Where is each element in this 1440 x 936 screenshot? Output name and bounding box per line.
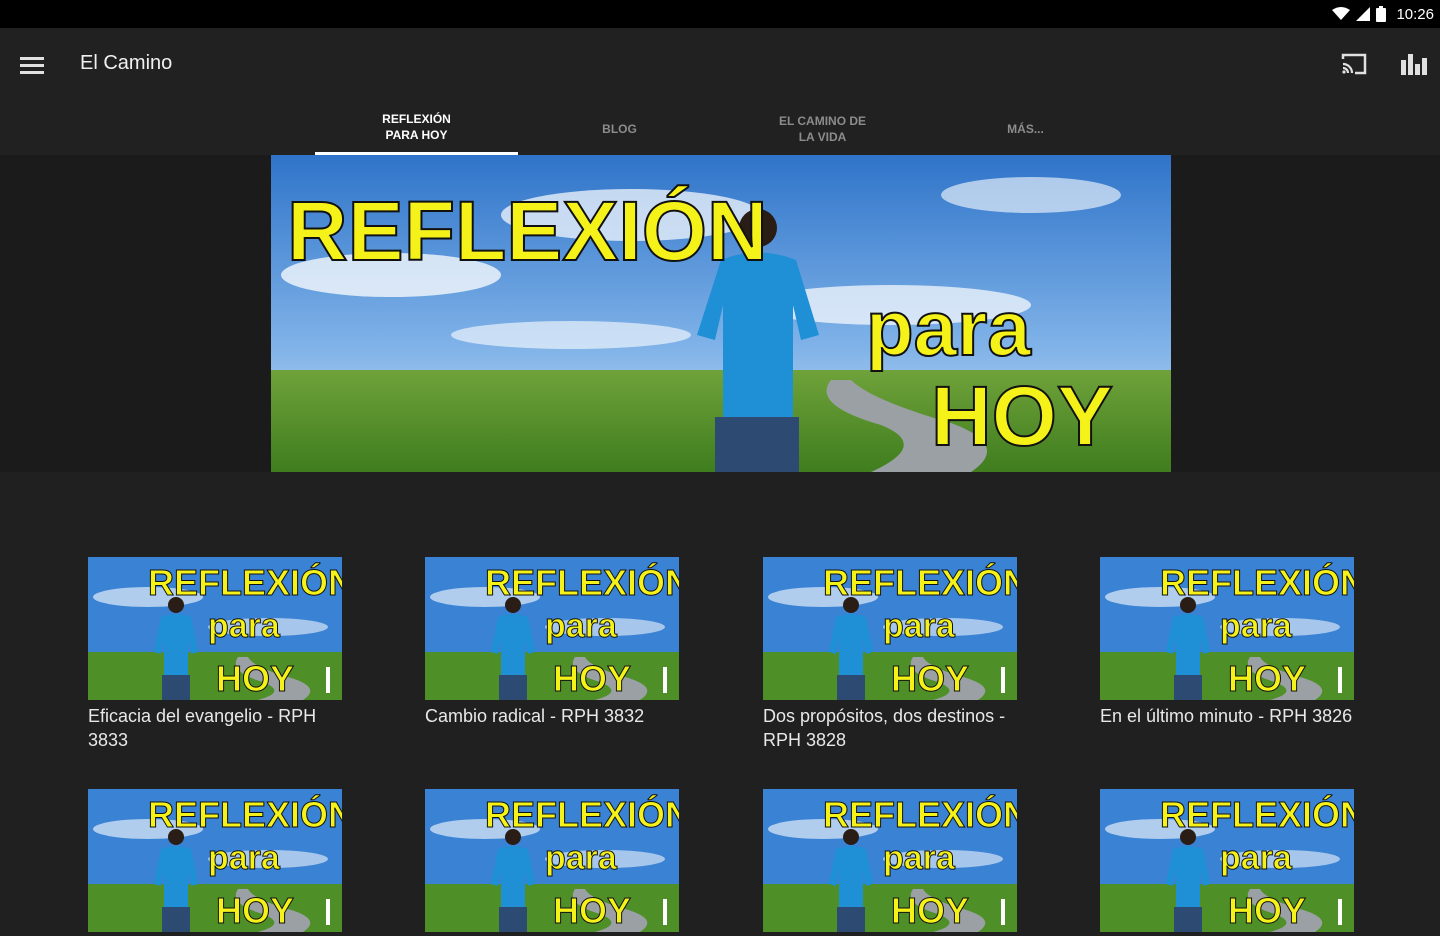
video-thumbnail: REFLEXIÓN para HOY	[88, 789, 342, 932]
thumbnail-title-line3: HOY	[891, 658, 969, 699]
tab-bar: REFLEXIÓN PARA HOY BLOG EL CAMINO DE LA …	[0, 102, 1440, 155]
video-card-1[interactable]: REFLEXIÓN para HOY Eficacia del evangeli…	[88, 557, 342, 752]
hero-banner[interactable]: REFLEXIÓN para HOY	[271, 155, 1171, 472]
thumbnail-title-line1: REFLEXIÓN	[485, 793, 679, 835]
cast-icon	[1341, 53, 1367, 75]
wifi-icon	[1332, 7, 1351, 20]
thumbnail-title-line1: REFLEXIÓN	[148, 793, 342, 835]
video-title: Eficacia del evangelio - RPH 3833	[88, 706, 317, 750]
thumbnail-title-line1: REFLEXIÓN	[823, 561, 1017, 603]
thumbnail-title-line3: HOY	[1228, 890, 1306, 931]
video-card-6[interactable]: REFLEXIÓN para HOY	[425, 789, 679, 936]
bar-chart-icon	[1401, 54, 1427, 75]
video-thumbnail: REFLEXIÓN para HOY	[763, 789, 1017, 932]
tab-label: EL CAMINO DE LA VIDA	[778, 113, 867, 144]
thumbnail-title-line3: HOY	[1228, 658, 1306, 699]
status-time: 10:26	[1396, 5, 1434, 23]
menu-button[interactable]	[14, 48, 50, 84]
tab-mas[interactable]: MÁS...	[924, 102, 1127, 155]
video-thumbnail: REFLEXIÓN para HOY	[425, 557, 679, 700]
status-icons: 10:26	[1332, 4, 1434, 24]
status-bar: 10:26	[0, 0, 1440, 28]
video-thumbnail: REFLEXIÓN para HOY	[763, 557, 1017, 700]
hero-banner-image: REFLEXIÓN para HOY	[271, 155, 1171, 472]
tab-reflexion[interactable]: REFLEXIÓN PARA HOY	[315, 102, 518, 155]
tab-blog[interactable]: BLOG	[518, 102, 721, 155]
thumbnail-title-line2: para	[208, 839, 281, 877]
thumbnail-title-line3: HOY	[891, 890, 969, 931]
video-card-5[interactable]: REFLEXIÓN para HOY	[88, 789, 342, 936]
thumbnail-title-line3: HOY	[553, 890, 631, 931]
thumbnail-title-line3: HOY	[216, 658, 294, 699]
tab-camino[interactable]: EL CAMINO DE LA VIDA	[721, 102, 924, 155]
banner-title-line3: HOY	[931, 369, 1113, 463]
tab-label: BLOG	[602, 121, 637, 136]
banner-title-line1: REFLEXIÓN	[287, 184, 768, 278]
video-thumbnail: REFLEXIÓN para HOY	[1100, 557, 1354, 700]
thumbnail-title-line2: para	[545, 839, 618, 877]
thumbnail-title-line1: REFLEXIÓN	[823, 793, 1017, 835]
signal-icon	[1356, 7, 1371, 21]
thumbnail-title-line2: para	[883, 607, 956, 645]
video-title: Cambio radical - RPH 3832	[425, 706, 645, 726]
thumbnail-title-line2: para	[545, 607, 618, 645]
video-title: Dos propósitos, dos destinos - RPH 3828	[763, 706, 1006, 750]
app-toolbar: El Camino	[0, 28, 1440, 102]
video-card-7[interactable]: REFLEXIÓN para HOY	[763, 789, 1017, 936]
video-thumbnail: REFLEXIÓN para HOY	[425, 789, 679, 932]
thumbnail-title-line1: REFLEXIÓN	[1160, 561, 1354, 603]
thumbnail-title-line2: para	[208, 607, 281, 645]
banner-title-line2: para	[866, 284, 1031, 372]
video-title: En el último minuto - RPH 3826	[1100, 706, 1353, 726]
thumbnail-title-line2: para	[883, 839, 956, 877]
thumbnail-title-line1: REFLEXIÓN	[1160, 793, 1354, 835]
video-thumbnail: REFLEXIÓN para HOY	[1100, 789, 1354, 932]
video-card-2[interactable]: REFLEXIÓN para HOY Cambio radical - RPH …	[425, 557, 679, 728]
thumbnail-title-line2: para	[1220, 607, 1293, 645]
video-card-3[interactable]: REFLEXIÓN para HOY Dos propósitos, dos d…	[763, 557, 1017, 752]
video-card-4[interactable]: REFLEXIÓN para HOY En el último minuto -…	[1100, 557, 1354, 728]
thumbnail-title-line1: REFLEXIÓN	[485, 561, 679, 603]
thumbnail-title-line3: HOY	[553, 658, 631, 699]
thumbnail-title-line2: para	[1220, 839, 1293, 877]
stats-button[interactable]	[1396, 46, 1432, 82]
video-thumbnail: REFLEXIÓN para HOY	[88, 557, 342, 700]
cast-button[interactable]	[1336, 46, 1372, 82]
thumbnail-title-line1: REFLEXIÓN	[148, 561, 342, 603]
tab-label: MÁS...	[1007, 121, 1044, 136]
hamburger-menu-icon	[20, 57, 44, 74]
battery-icon	[1376, 6, 1387, 22]
tab-label: REFLEXIÓN PARA HOY	[382, 112, 451, 142]
app-title: El Camino	[80, 52, 173, 74]
video-card-8[interactable]: REFLEXIÓN para HOY	[1100, 789, 1354, 936]
thumbnail-title-line3: HOY	[216, 890, 294, 931]
